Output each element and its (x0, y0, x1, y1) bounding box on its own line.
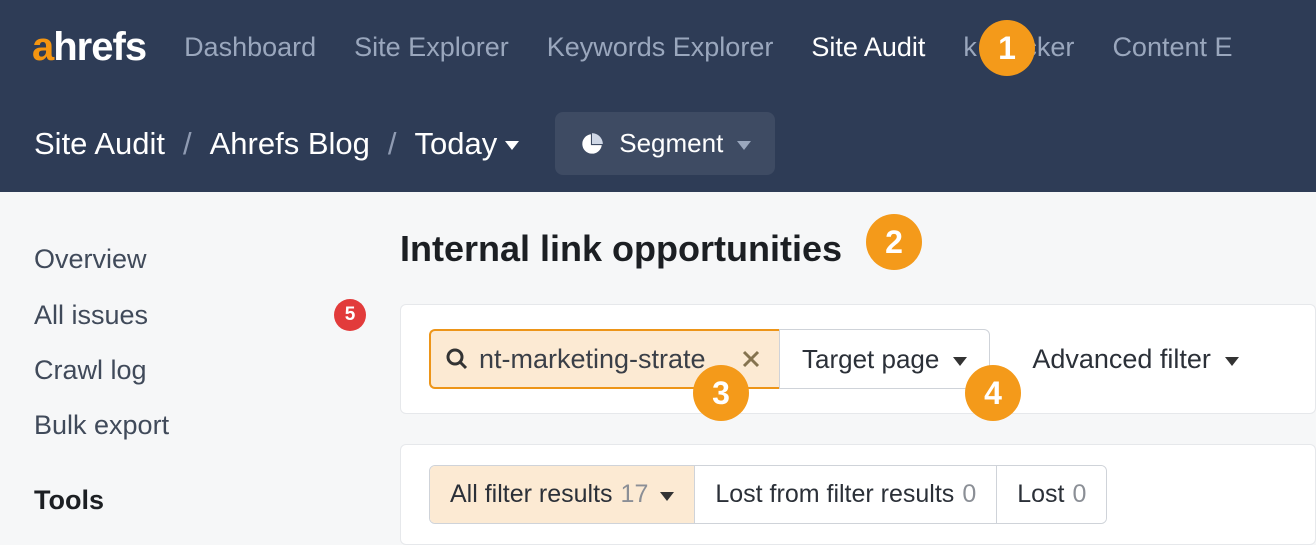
tab-label: Lost from filter results (715, 480, 954, 509)
chevron-down-icon (505, 141, 519, 150)
breadcrumb-project[interactable]: Ahrefs Blog (210, 126, 370, 162)
tab-label: Lost (1017, 480, 1064, 509)
breadcrumb-site-audit[interactable]: Site Audit (34, 126, 165, 162)
sidebar-item-overview[interactable]: Overview (34, 232, 366, 287)
tab-label: All filter results (450, 480, 613, 509)
sidebar-item-crawl-log[interactable]: Crawl log (34, 343, 366, 398)
tab-all-filter-results[interactable]: All filter results 17 (430, 466, 695, 523)
nav-site-audit[interactable]: Site Audit (811, 32, 925, 63)
tab-count: 0 (1072, 480, 1086, 509)
tab-lost-from-filter[interactable]: Lost from filter results 0 (695, 466, 997, 523)
sidebar-item-bulk-export[interactable]: Bulk export (34, 398, 366, 453)
sidebar-item-label: Crawl log (34, 355, 147, 386)
chevron-down-icon (660, 492, 674, 501)
results-tabs-panel: All filter results 17 Lost from filter r… (400, 444, 1316, 545)
advanced-filter-label: Advanced filter (1032, 344, 1211, 375)
tab-lost[interactable]: Lost 0 (997, 466, 1106, 523)
sidebar-item-label: Bulk export (34, 410, 169, 441)
nav-dashboard[interactable]: Dashboard (184, 32, 316, 63)
pie-chart-icon (579, 131, 605, 157)
sidebar-item-label: All issues (34, 300, 148, 331)
nav-site-audit-label: Site Audit (811, 32, 925, 62)
advanced-filter-dropdown[interactable]: Advanced filter (1032, 344, 1239, 375)
filter-panel: nt-marketing-strate Target page Advanced… (400, 304, 1316, 414)
sidebar-heading-tools: Tools (34, 453, 366, 516)
nav-site-explorer[interactable]: Site Explorer (354, 32, 509, 63)
page-title: Internal link opportunities (400, 228, 1316, 270)
chevron-down-icon (953, 357, 967, 366)
nav-content[interactable]: Content E (1112, 32, 1232, 63)
filter-tabs: All filter results 17 Lost from filter r… (429, 465, 1107, 524)
sidebar-item-label: Overview (34, 244, 147, 275)
logo[interactable]: ahrefs (32, 25, 146, 70)
target-page-label: Target page (802, 344, 939, 375)
logo-a: a (32, 25, 53, 70)
segment-button[interactable]: Segment (555, 112, 775, 175)
annotation-4: 4 (965, 365, 1021, 421)
sidebar: Overview All issues 5 Crawl log Bulk exp… (0, 192, 400, 526)
breadcrumb-sep-2: / (388, 126, 397, 162)
issues-count-badge: 5 (334, 299, 366, 331)
chevron-down-icon (1225, 357, 1239, 366)
search-icon (445, 347, 469, 371)
nav-keywords-explorer[interactable]: Keywords Explorer (547, 32, 774, 63)
annotation-2: 2 (866, 214, 922, 270)
annotation-1: 1 (979, 20, 1035, 76)
tab-count: 0 (962, 480, 976, 509)
sidebar-item-all-issues[interactable]: All issues 5 (34, 287, 366, 343)
breadcrumb-date-dropdown[interactable]: Today (415, 126, 520, 162)
annotation-3: 3 (693, 365, 749, 421)
segment-label: Segment (619, 128, 723, 159)
target-page-dropdown[interactable]: Target page (779, 329, 990, 389)
breadcrumb-sep-1: / (183, 126, 192, 162)
clear-search-button[interactable] (737, 349, 765, 369)
search-input-value: nt-marketing-strate (479, 344, 737, 375)
breadcrumb-date-label: Today (415, 126, 498, 162)
logo-rest: hrefs (53, 25, 146, 70)
close-icon (741, 349, 761, 369)
page-title-text: Internal link opportunities (400, 228, 842, 270)
chevron-down-icon (737, 141, 751, 150)
tab-count: 17 (621, 480, 649, 509)
